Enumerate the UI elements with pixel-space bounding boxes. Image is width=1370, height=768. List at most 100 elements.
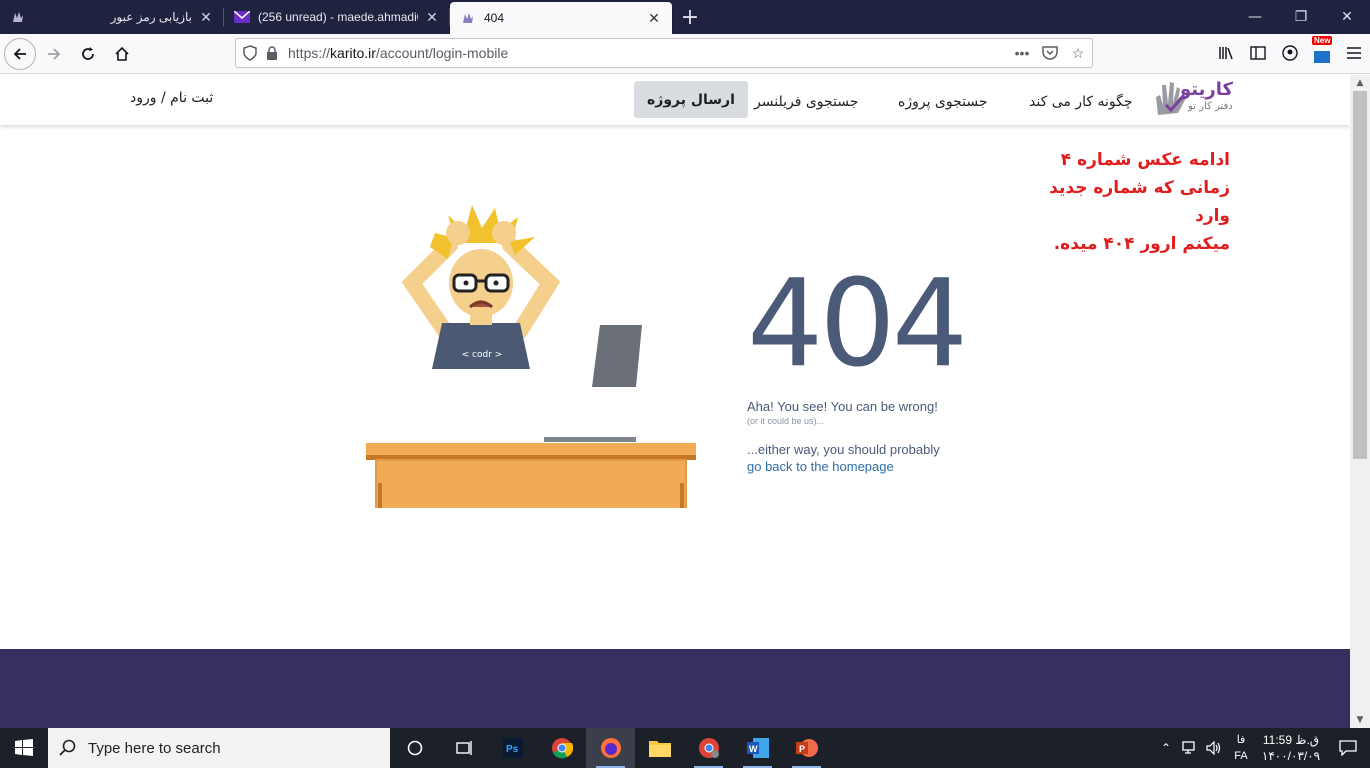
close-window-icon[interactable]: ✕	[1324, 0, 1370, 34]
close-tab-icon[interactable]: ✕	[198, 9, 214, 25]
windows-logo-icon	[15, 739, 33, 756]
homepage-link[interactable]: go back to the homepage	[747, 459, 964, 474]
error-block: 404 Aha! You see! You can be wrong! (or …	[747, 255, 968, 475]
scroll-thumb[interactable]	[1353, 91, 1367, 459]
library-icon[interactable]	[1210, 38, 1242, 68]
task-view-icon[interactable]	[439, 728, 488, 768]
close-tab-icon[interactable]: ✕	[424, 9, 440, 25]
tab-404[interactable]: 404 ✕	[450, 2, 672, 34]
menu-icon[interactable]	[1338, 38, 1370, 68]
url-host: karito.ir	[330, 45, 376, 61]
error-submessage: (or it could be us)...	[747, 416, 825, 426]
network-icon[interactable]	[1178, 741, 1202, 755]
powerpoint-icon[interactable]: P	[782, 728, 831, 768]
scroll-down-icon[interactable]: ▼	[1350, 712, 1370, 728]
back-button[interactable]	[4, 37, 36, 70]
reload-icon	[82, 46, 94, 60]
reload-button[interactable]	[72, 38, 104, 70]
note-line: میکنم ارور ۴۰۴ میده.	[1053, 234, 1230, 254]
note-line: ادامه عکس شماره ۴	[1060, 150, 1230, 170]
restore-icon[interactable]: ❐	[1278, 0, 1324, 34]
url-scheme: https://	[288, 45, 331, 61]
karito-favicon-icon	[460, 10, 476, 26]
error-hint: ...either way, you should probably	[747, 442, 940, 457]
start-button[interactable]	[0, 728, 48, 768]
file-explorer-icon[interactable]	[635, 728, 684, 768]
extension-new-icon[interactable]: New	[1306, 36, 1338, 68]
arrow-left-icon	[13, 47, 26, 60]
notifications-icon[interactable]	[1326, 740, 1370, 756]
svg-text:Ps: Ps	[506, 744, 519, 755]
address-bar[interactable]: https://karito.ir/account/login-mobile •…	[235, 38, 1093, 68]
shirt-text: < codr >	[462, 350, 503, 360]
tracking-shield-icon[interactable]	[236, 45, 264, 61]
toolbar-right: New	[1210, 36, 1370, 68]
svg-text:P: P	[799, 744, 805, 754]
input-language[interactable]: فا FA	[1226, 732, 1256, 764]
home-button[interactable]	[106, 38, 138, 70]
new-badge: New	[1312, 36, 1333, 45]
volume-icon[interactable]	[1202, 741, 1226, 755]
error-message: Aha! You see! You can be wrong!	[747, 399, 938, 414]
signup-login-link[interactable]: ثبت نام / ورود	[130, 81, 213, 115]
photoshop-icon[interactable]: Ps	[488, 728, 537, 768]
minimize-icon[interactable]: —	[1232, 0, 1278, 34]
search-icon	[48, 739, 88, 757]
svg-text:W: W	[749, 744, 758, 754]
clock-date: ۱۴۰۰/۰۳/۰۹	[1261, 749, 1321, 763]
forward-button[interactable]	[38, 38, 70, 70]
sidebar-icon[interactable]	[1242, 38, 1274, 68]
tab-title: بازیابی رمز عبور	[110, 10, 192, 24]
developer-desk-illustration: < codr >	[366, 205, 696, 508]
url-text[interactable]: https://karito.ir/account/login-mobile	[288, 45, 1008, 61]
firefox-icon[interactable]	[586, 728, 635, 768]
arrow-right-icon	[48, 47, 61, 60]
page-actions-icon[interactable]: •••	[1008, 45, 1036, 61]
chrome-icon[interactable]	[537, 728, 586, 768]
pocket-icon[interactable]	[1036, 46, 1064, 60]
search-placeholder: Type here to search	[88, 739, 221, 757]
nav-how-it-works[interactable]: چگونه کار می کند	[1029, 85, 1132, 119]
taskbar-search-box[interactable]: Type here to search	[48, 728, 390, 768]
chrome-profile-icon[interactable]	[684, 728, 733, 768]
logo-tagline: دفتر کار تو	[1188, 101, 1233, 112]
window-controls: — ❐ ✕	[1232, 0, 1370, 34]
cortana-icon[interactable]	[390, 728, 439, 768]
send-project-button[interactable]: ارسال پروژه	[634, 81, 748, 118]
taskbar-clock[interactable]: 11:59 ق.ظ ۱۴۰۰/۰۳/۰۹	[1256, 732, 1326, 764]
home-icon	[115, 46, 129, 61]
tab-mail[interactable]: (256 unread) - maede.ahmadi0 ✕	[224, 0, 450, 34]
show-hidden-icons-icon[interactable]: ⌃	[1154, 741, 1178, 755]
clock-time: 11:59 ق.ظ	[1262, 733, 1320, 747]
tab-strip: بازیابی رمز عبور ✕ (256 unread) - maede.…	[0, 0, 1370, 34]
url-path: /account/login-mobile	[375, 45, 509, 61]
mail-favicon-icon	[234, 9, 250, 25]
tab-title: 404	[484, 11, 505, 25]
site-header: کاریتو دفتر کار تو چگونه کار می کند جستج…	[0, 75, 1350, 125]
close-tab-icon[interactable]: ✕	[646, 10, 662, 26]
new-tab-button[interactable]: +	[672, 0, 708, 34]
web-page: کاریتو دفتر کار تو چگونه کار می کند جستج…	[0, 75, 1350, 728]
scroll-up-icon[interactable]: ▲	[1350, 75, 1370, 91]
tab-title: (256 unread) - maede.ahmadi0	[258, 10, 418, 24]
error-code: 404	[747, 255, 968, 394]
word-icon[interactable]: W	[733, 728, 782, 768]
annotation-note: ادامه عکس شماره ۴ زمانی که شماره جدید وا…	[1010, 146, 1230, 258]
lock-icon[interactable]	[264, 46, 280, 60]
page-scrollbar[interactable]: ▲ ▼	[1350, 75, 1370, 728]
bookmark-star-icon[interactable]: ☆	[1064, 45, 1092, 62]
account-icon[interactable]	[1274, 38, 1306, 68]
site-footer	[0, 649, 1350, 728]
karito-logo[interactable]: کاریتو دفتر کار تو	[1152, 79, 1242, 121]
windows-taskbar: Type here to search Ps W P ⌃ فا FA 11:59…	[0, 728, 1370, 768]
tab-password-recovery[interactable]: بازیابی رمز عبور ✕	[0, 0, 224, 34]
system-tray: ⌃ فا FA 11:59 ق.ظ ۱۴۰۰/۰۳/۰۹	[1154, 728, 1370, 768]
karito-favicon-icon	[10, 9, 26, 25]
note-line: زمانی که شماره جدید وارد	[1049, 178, 1230, 226]
nav-search-projects[interactable]: جستجوی پروژه	[898, 85, 988, 119]
logo-brand: کاریتو	[1180, 79, 1233, 100]
nav-search-freelancers[interactable]: جستجوی فریلنسر	[754, 85, 858, 119]
lang-short: فا	[1236, 734, 1246, 746]
lang-code: FA	[1234, 750, 1248, 762]
navigation-toolbar: https://karito.ir/account/login-mobile •…	[0, 34, 1370, 74]
